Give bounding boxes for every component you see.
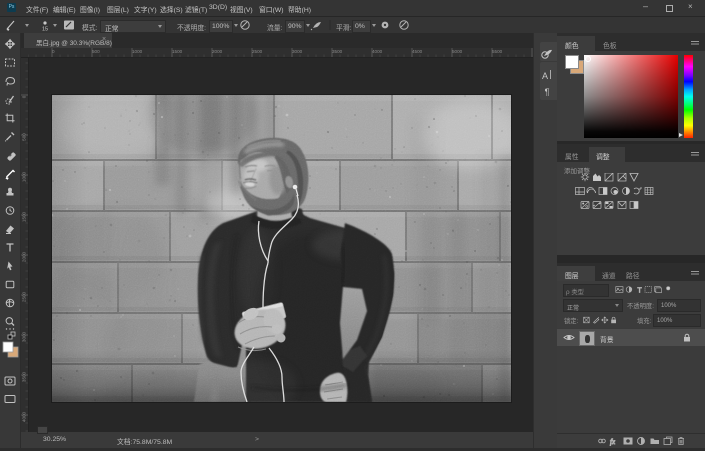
svg-text:4500: 4500 <box>412 49 423 54</box>
svg-text:5000: 5000 <box>452 49 463 54</box>
svg-text:1000: 1000 <box>132 49 143 54</box>
svg-text:500: 500 <box>92 49 100 54</box>
svg-text:2000: 2000 <box>212 49 223 54</box>
svg-text:1500: 1500 <box>172 49 183 54</box>
svg-text:fx: fx <box>610 438 616 446</box>
svg-text:0: 0 <box>52 49 55 54</box>
svg-text:0: 0 <box>22 95 27 98</box>
svg-text:3000: 3000 <box>292 49 303 54</box>
svg-text:3000: 3000 <box>22 331 27 342</box>
svg-text:3500: 3500 <box>332 49 343 54</box>
svg-text:2500: 2500 <box>252 49 263 54</box>
svg-text:1000: 1000 <box>22 171 27 182</box>
svg-text:¶: ¶ <box>545 87 550 97</box>
svg-text:2000: 2000 <box>22 251 27 262</box>
svg-text:500: 500 <box>22 133 27 141</box>
svg-text:T: T <box>637 285 642 294</box>
svg-text:1500: 1500 <box>22 211 27 222</box>
svg-text:A: A <box>542 71 548 81</box>
svg-text:15: 15 <box>42 27 48 33</box>
svg-text:2500: 2500 <box>22 291 27 302</box>
svg-text:5500: 5500 <box>492 49 503 54</box>
svg-text:3500: 3500 <box>22 371 27 382</box>
svg-text:4000: 4000 <box>372 49 383 54</box>
svg-text:4000: 4000 <box>22 411 27 422</box>
